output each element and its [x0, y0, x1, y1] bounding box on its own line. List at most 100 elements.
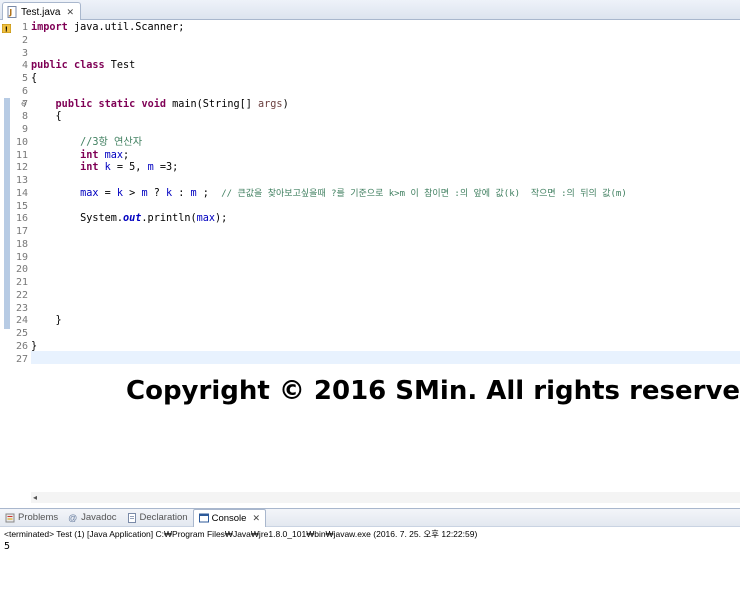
- code-text: java.util.Scanner;: [67, 22, 185, 33]
- line-number: 19: [15, 251, 28, 263]
- parameter: args: [258, 98, 283, 110]
- code-line: public class Test: [31, 60, 740, 73]
- comment: //3항 연산자: [80, 136, 143, 148]
- comment: // 큰값을 찾아보고싶을때 ?를 기준으로 k>m 이 참이면 :의 앞에 값…: [221, 188, 627, 199]
- keyword: import: [31, 22, 68, 33]
- editor-tab-test-java[interactable]: J Test.java ✕: [2, 2, 82, 21]
- line-number: 12: [15, 162, 28, 174]
- code-text: >: [123, 187, 142, 199]
- code-text: System.: [80, 213, 124, 225]
- tab-label: Javadoc: [81, 512, 117, 523]
- editor-tab-label: Test.java: [21, 6, 61, 18]
- keyword: static: [98, 98, 136, 110]
- variable: max: [196, 213, 216, 225]
- line-number: 6: [21, 85, 28, 97]
- code-line: public static void main(String[] args): [31, 99, 740, 112]
- javadoc-icon: @: [68, 512, 78, 523]
- code-text: :: [172, 187, 191, 199]
- line-number: 24: [15, 315, 28, 327]
- code-text[interactable]: import java.util.Scanner; public class T…: [31, 22, 740, 366]
- line-number: 18: [15, 238, 28, 250]
- code-line: System.out.println(max);: [31, 213, 740, 226]
- line-number-gutter: 1 2 3 4 5 6 7 8 9 10 11 12 13 14 15 16 1…: [10, 22, 29, 366]
- close-icon[interactable]: ✕: [252, 513, 260, 524]
- code-text: Test: [104, 60, 136, 72]
- code-text: =3;: [153, 162, 179, 174]
- scroll-left-icon[interactable]: ◂: [33, 492, 37, 503]
- code-text: ;: [196, 187, 222, 199]
- line-number: 16: [15, 213, 28, 225]
- line-number: 23: [15, 302, 28, 314]
- keyword: void: [141, 98, 166, 110]
- keyword: int: [80, 162, 99, 174]
- code-line: }: [31, 341, 740, 354]
- svg-text:J: J: [8, 8, 12, 17]
- annotation-ruler: [0, 20, 10, 492]
- line-number: 22: [15, 289, 28, 301]
- code-text: ?: [147, 187, 166, 199]
- line-number: 8: [21, 111, 28, 123]
- line-number: 14: [15, 187, 28, 199]
- code-line: int k = 5, m =3;: [31, 162, 740, 175]
- console-output: 5: [4, 541, 11, 552]
- tab-problems[interactable]: Problems: [0, 509, 63, 527]
- keyword: public: [55, 98, 93, 110]
- console-icon: [198, 513, 209, 523]
- code-line: int max;: [31, 150, 740, 163]
- tab-label: Declaration: [139, 512, 188, 523]
- close-icon[interactable]: ✕: [66, 7, 74, 18]
- code-line: max = k > m ? k : m ; // 큰값을 찾아보고싶을때 ?를 …: [31, 188, 740, 201]
- line-number: 13: [15, 175, 28, 186]
- svg-text:!: !: [5, 26, 8, 34]
- tab-declaration[interactable]: Declaration: [122, 509, 193, 527]
- line-number: 25: [15, 328, 28, 339]
- code-text: }: [31, 340, 38, 352]
- code-editor[interactable]: ! ⊖ 1 2 3 4 5 6 7 8 9 10 11 12 13 14 15 …: [0, 20, 740, 492]
- line-number: 4: [21, 60, 28, 72]
- code-text: .println(: [141, 213, 197, 225]
- code-text: ;: [123, 149, 130, 161]
- code-text: {: [31, 111, 62, 123]
- line-number: 20: [15, 264, 28, 276]
- copyright-watermark: Copyright © 2016 SMin. All rights reserv…: [126, 376, 740, 406]
- static-field: out: [123, 213, 142, 225]
- java-file-icon: J: [7, 6, 18, 18]
- line-number: 27: [15, 353, 28, 365]
- tab-console[interactable]: Console ✕: [192, 508, 266, 527]
- code-text: }: [31, 315, 62, 327]
- tab-javadoc[interactable]: @ Javadoc: [63, 509, 121, 527]
- view-tab-strip: Problems @ Javadoc Declaration Console ✕: [0, 508, 740, 527]
- code-line: {: [31, 111, 740, 124]
- code-line: }: [31, 315, 740, 328]
- line-number: 3: [21, 47, 28, 59]
- tab-label: Problems: [18, 512, 59, 523]
- code-text: main(String[]: [166, 98, 259, 110]
- line-number: 1: [21, 22, 28, 33]
- line-number: 15: [15, 200, 28, 212]
- editor-tab-strip: J Test.java ✕: [0, 0, 740, 21]
- keyword: int: [80, 149, 99, 161]
- line-number: 2: [21, 34, 28, 46]
- problems-icon: [5, 513, 15, 522]
- code-line: //3항 연산자: [31, 137, 740, 150]
- line-number: 17: [15, 226, 28, 237]
- code-line: {: [31, 73, 740, 86]
- line-number: 11: [15, 149, 28, 161]
- variable: max: [104, 149, 124, 161]
- horizontal-scrollbar[interactable]: ◂: [31, 492, 740, 503]
- line-number: 10: [15, 136, 28, 148]
